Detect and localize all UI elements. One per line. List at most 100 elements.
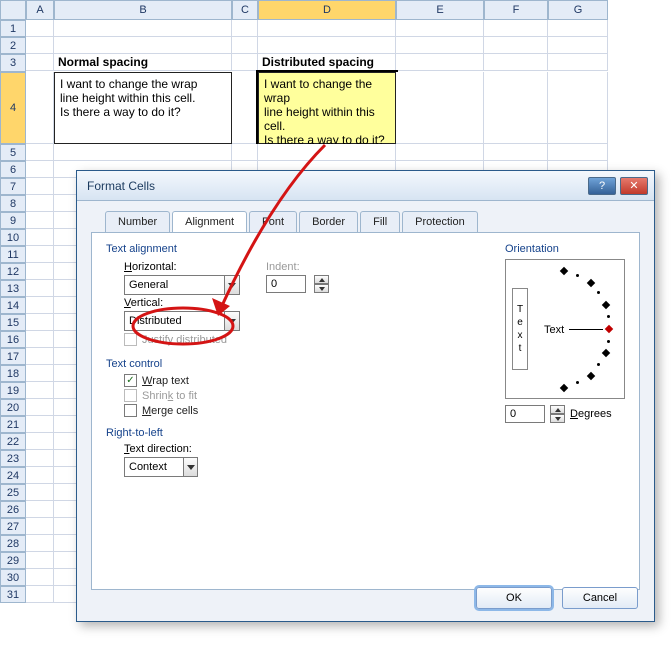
colhead-A[interactable]: A <box>26 0 54 20</box>
colhead-C[interactable]: C <box>232 0 258 20</box>
diamond-icon <box>587 279 595 287</box>
label-horizontal: Horizontal: <box>124 261 240 273</box>
colhead-B[interactable]: B <box>54 0 232 20</box>
spinner-down-icon[interactable] <box>314 284 329 293</box>
degrees-spinner[interactable] <box>550 405 565 423</box>
rowhead-23[interactable]: 23 <box>0 450 26 467</box>
colhead-D[interactable]: D <box>258 0 396 20</box>
cell-line: line height within this cell. <box>264 105 390 133</box>
rowhead-20[interactable]: 20 <box>0 399 26 416</box>
dialog-titlebar[interactable]: Format Cells ? ✕ <box>77 171 654 201</box>
cell-B3[interactable]: Normal spacing <box>54 54 232 71</box>
tab-protection[interactable]: Protection <box>402 211 478 232</box>
rowhead-9[interactable]: 9 <box>0 212 26 229</box>
cell-D4-selected[interactable]: I want to change the wrap line height wi… <box>258 72 396 144</box>
rowhead-15[interactable]: 15 <box>0 314 26 331</box>
indent-input[interactable] <box>266 275 306 293</box>
selectall-corner[interactable] <box>0 0 26 20</box>
label-text-direction: Text direction: <box>124 443 625 455</box>
alignment-panel: Text alignment Horizontal: Vertical: <box>91 232 640 590</box>
tab-font[interactable]: Font <box>249 211 297 232</box>
justify-distributed-checkbox: Justify distributed <box>124 333 240 346</box>
cell-line: I want to change the wrap <box>60 77 226 91</box>
spinner-up-icon[interactable] <box>550 405 565 414</box>
tab-border[interactable]: Border <box>299 211 358 232</box>
rowhead-16[interactable]: 16 <box>0 331 26 348</box>
rowhead-12[interactable]: 12 <box>0 263 26 280</box>
label-vertical: Vertical: <box>124 297 240 309</box>
chevron-down-icon[interactable] <box>224 312 239 330</box>
rowhead-4[interactable]: 4 <box>0 72 26 144</box>
orientation-vertical-text[interactable]: Text <box>512 288 528 370</box>
rowhead-22[interactable]: 22 <box>0 433 26 450</box>
colhead-G[interactable]: G <box>548 0 608 20</box>
rowhead-28[interactable]: 28 <box>0 535 26 552</box>
tab-alignment[interactable]: Alignment <box>172 211 247 232</box>
dialog-title: Format Cells <box>87 179 584 193</box>
ok-button[interactable]: OK <box>476 587 552 609</box>
cell-B4[interactable]: I want to change the wrap line height wi… <box>54 72 232 144</box>
degrees-input[interactable] <box>505 405 545 423</box>
orientation-dial[interactable]: Text Text <box>505 259 625 399</box>
spinner-up-icon[interactable] <box>314 275 329 284</box>
rowhead-19[interactable]: 19 <box>0 382 26 399</box>
close-button[interactable]: ✕ <box>620 177 648 195</box>
diamond-icon <box>587 372 595 380</box>
rowhead-30[interactable]: 30 <box>0 569 26 586</box>
rowhead-24[interactable]: 24 <box>0 467 26 484</box>
cell-line: line height within this cell. <box>60 91 226 105</box>
rowhead-29[interactable]: 29 <box>0 552 26 569</box>
rowhead-3[interactable]: 3 <box>0 54 26 72</box>
diamond-icon <box>560 267 568 275</box>
tab-number[interactable]: Number <box>105 211 170 232</box>
rowhead-18[interactable]: 18 <box>0 365 26 382</box>
shrink-to-fit-label: Shrink to fit <box>142 390 197 402</box>
rowhead-7[interactable]: 7 <box>0 178 26 195</box>
orientation-line <box>569 329 603 330</box>
spinner-down-icon[interactable] <box>550 414 565 423</box>
cell-D3[interactable]: Distributed spacing <box>258 54 396 71</box>
group-orientation: Orientation <box>505 243 625 255</box>
tab-fill[interactable]: Fill <box>360 211 400 232</box>
diamond-current-icon <box>605 325 613 333</box>
cancel-button[interactable]: Cancel <box>562 587 638 609</box>
rowhead-1[interactable]: 1 <box>0 20 26 37</box>
rowhead-21[interactable]: 21 <box>0 416 26 433</box>
help-button[interactable]: ? <box>588 177 616 195</box>
rowhead-5[interactable]: 5 <box>0 144 26 161</box>
rowhead-26[interactable]: 26 <box>0 501 26 518</box>
rowhead-10[interactable]: 10 <box>0 229 26 246</box>
rowhead-11[interactable]: 11 <box>0 246 26 263</box>
rowhead-6[interactable]: 6 <box>0 161 26 178</box>
degrees-label: Degrees <box>570 408 612 420</box>
format-cells-dialog: Format Cells ? ✕ Number Alignment Font B… <box>76 170 655 622</box>
vertical-combo[interactable] <box>124 311 240 331</box>
rowhead-8[interactable]: 8 <box>0 195 26 212</box>
justify-distributed-label: Justify distributed <box>142 334 227 346</box>
rowhead-27[interactable]: 27 <box>0 518 26 535</box>
diamond-icon <box>602 349 610 357</box>
rowhead-31[interactable]: 31 <box>0 586 26 603</box>
colhead-E[interactable]: E <box>396 0 484 20</box>
diamond-icon <box>602 301 610 309</box>
rowhead-13[interactable]: 13 <box>0 280 26 297</box>
wrap-text-label: Wrap text <box>142 375 189 387</box>
colhead-F[interactable]: F <box>484 0 548 20</box>
rowhead-2[interactable]: 2 <box>0 37 26 54</box>
rowhead-25[interactable]: 25 <box>0 484 26 501</box>
rowhead-14[interactable]: 14 <box>0 297 26 314</box>
horizontal-value[interactable] <box>125 276 224 294</box>
label-indent: Indent: <box>266 261 329 273</box>
group-rtl: Right-to-left <box>106 427 625 439</box>
text-direction-combo[interactable] <box>124 457 198 477</box>
horizontal-combo[interactable] <box>124 275 240 295</box>
merge-cells-label: Merge cells <box>142 405 198 417</box>
indent-spinner[interactable] <box>314 275 329 293</box>
chevron-down-icon[interactable] <box>224 276 239 294</box>
row-headers: 1 2 3 4 5 6 7 8 9 10 11 12 13 14 15 16 1… <box>0 20 26 603</box>
orientation-horizontal-text: Text <box>544 324 564 336</box>
chevron-down-icon[interactable] <box>183 458 197 476</box>
vertical-value[interactable] <box>125 312 224 330</box>
text-direction-value[interactable] <box>125 458 183 476</box>
rowhead-17[interactable]: 17 <box>0 348 26 365</box>
